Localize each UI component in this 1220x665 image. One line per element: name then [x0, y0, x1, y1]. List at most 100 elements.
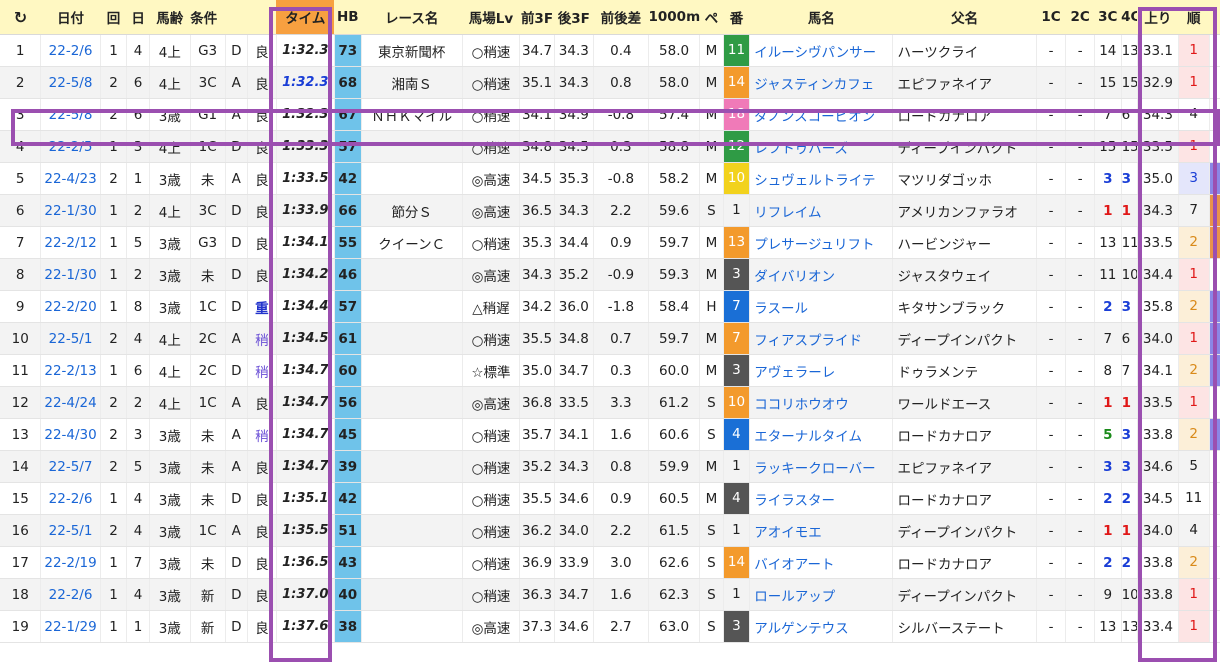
col-header-1c[interactable]: 1C — [1036, 0, 1066, 35]
race-date-link[interactable]: 22-2/6 — [40, 482, 101, 515]
ban-cell: 12 — [723, 130, 751, 163]
horse-name-link[interactable]: アオイモエ — [749, 514, 894, 547]
race-date-link[interactable]: 22-5/1 — [40, 514, 101, 547]
3c-cell: 15 — [1094, 66, 1122, 99]
col-header-date[interactable]: 日付 — [40, 0, 101, 35]
col-header-agari[interactable]: 上り — [1137, 0, 1179, 35]
table-row[interactable]: 9 22-2/20 1 8 3歳 1C D 重 1:34.4 57 △稍遅 34.2 36.0 -1.8 5… — [0, 290, 1220, 323]
col-header-last-3f[interactable]: 後3F — [554, 0, 594, 35]
race-date-link[interactable]: 22-4/23 — [40, 162, 101, 195]
time-cell: 1:32.3 — [276, 98, 335, 131]
race-date-link[interactable]: 22-2/6 — [40, 34, 101, 67]
horse-name-link[interactable]: ラスール — [749, 290, 894, 323]
1000m-cell: 58.0 — [648, 34, 701, 67]
race-date-link[interactable]: 22-5/8 — [40, 98, 101, 131]
rank-badge: 3 — [1178, 163, 1209, 194]
col-header-3c[interactable]: 3C — [1094, 0, 1122, 35]
horse-name-link[interactable]: レフトゥバーズ — [749, 130, 894, 163]
col-header-horse-name[interactable]: 馬名 — [749, 0, 893, 35]
race-date-link[interactable]: 22-2/13 — [40, 354, 101, 387]
table-row[interactable]: 11 22-2/13 1 6 4上 2C D 稍 1:34.7 60 ☆標準 35.0 34.7 0.3 6… — [0, 354, 1220, 387]
row-number: 4 — [0, 130, 42, 163]
last-3f-cell: 34.7 — [554, 578, 594, 611]
race-date-link[interactable]: 22-2/12 — [40, 226, 101, 259]
table-row[interactable]: 16 22-5/1 2 4 3歳 1C A 良 1:35.5 51 ○稍速 36.2 34.0 2.2 61… — [0, 514, 1220, 547]
table-row[interactable]: 19 22-1/29 1 1 3歳新 D 良 1:37.6 38 ◎高速 37.3 34.6 2.7 63… — [0, 610, 1220, 643]
3c-cell: 2 — [1094, 546, 1122, 579]
race-date-link[interactable]: 22-1/29 — [40, 610, 101, 643]
horse-name-link[interactable]: ライラスター — [749, 482, 894, 515]
row-edge-marker — [1209, 354, 1220, 387]
table-row[interactable]: 10 22-5/1 2 4 4上 2C A 稍 1:34.5 61 ○稍速 35.5 34.8 0.7 59… — [0, 322, 1220, 355]
col-header-2c[interactable]: 2C — [1065, 0, 1095, 35]
race-date-link[interactable]: 22-5/7 — [40, 450, 101, 483]
col-header-nichi[interactable]: 日 — [126, 0, 150, 35]
col-header-time[interactable]: タイム — [276, 0, 335, 35]
horse-name-link[interactable]: ココリホウオウ — [749, 386, 894, 419]
col-header-kai[interactable]: 回 — [100, 0, 127, 35]
col-header-hb[interactable]: HB — [334, 0, 362, 35]
horse-name-link[interactable]: イルーシヴパンサー — [749, 34, 894, 67]
race-date-link[interactable]: 22-2/19 — [40, 546, 101, 579]
col-header-first-3f[interactable]: 前3F — [519, 0, 555, 35]
race-date-link[interactable]: 22-2/20 — [40, 290, 101, 323]
3c-cell: 14 — [1094, 34, 1122, 67]
table-row[interactable]: 7 22-2/12 1 5 3歳 G3 D 良 1:34.1 55 クイーンＣ ○稍速 35.3 34.4… — [0, 226, 1220, 259]
4c-cell: 3 — [1121, 290, 1138, 323]
col-header-condition[interactable]: 条件 — [190, 0, 226, 35]
table-row[interactable]: 13 22-4/30 2 3 3歳未 A 稍 1:34.7 45 ○稍速 35.7 34.1 1.6 60… — [0, 418, 1220, 451]
4c-cell: 2 — [1121, 482, 1138, 515]
horse-name-link[interactable]: ダイバリオン — [749, 258, 894, 291]
1c-cell: - — [1036, 546, 1067, 579]
col-header-track-level[interactable]: 馬場Lv — [462, 0, 520, 35]
table-row[interactable]: 15 22-2/6 1 4 3歳未 D 良 1:35.1 42 ○稍速 35.5 34.6 0.9 60.… — [0, 482, 1220, 515]
horse-name-link[interactable]: エターナルタイム — [749, 418, 894, 451]
col-header-age[interactable]: 馬齢 — [149, 0, 191, 35]
race-date-link[interactable]: 22-1/30 — [40, 194, 101, 227]
col-header-pace[interactable]: ペ — [699, 0, 724, 35]
horse-name-link[interactable]: プレサージュリフト — [749, 226, 894, 259]
ban-cell: 7 — [723, 290, 751, 323]
horse-name-link[interactable]: バイオアート — [749, 546, 894, 579]
horse-name-link[interactable]: アヴェラーレ — [749, 354, 894, 387]
table-row[interactable]: 5 22-4/23 2 1 3歳未 A 良 1:33.5 42 ◎高速 34.5 35.3 -0.8 58… — [0, 162, 1220, 195]
horse-name-link[interactable]: アルゲンテウス — [749, 610, 894, 643]
race-date-link[interactable]: 22-2/6 — [40, 578, 101, 611]
col-header-rank[interactable]: 順 — [1178, 0, 1210, 35]
course-cell: D — [225, 130, 249, 163]
refresh-icon[interactable]: ↻ — [0, 0, 41, 35]
col-header-1000m[interactable]: 1000m — [648, 0, 700, 35]
table-row[interactable]: 2 22-5/8 2 6 4上 3C A 良 1:32.3 68 湘南Ｓ ○稍速 35.1 34.3 0.8… — [0, 66, 1220, 99]
table-row[interactable]: 6 22-1/30 1 2 4上 3C D 良 1:33.9 66 節分Ｓ ◎高速 36.5 34.3 2.… — [0, 194, 1220, 227]
col-header-diff[interactable]: 前後差 — [593, 0, 649, 35]
race-date-link[interactable]: 22-4/24 — [40, 386, 101, 419]
table-row[interactable]: 14 22-5/7 2 5 3歳未 A 良 1:34.7 39 ○稍速 35.2 34.3 0.8 59.… — [0, 450, 1220, 483]
col-header-sire[interactable]: 父名 — [892, 0, 1037, 35]
kai-cell: 1 — [100, 194, 128, 227]
horse-name-link[interactable]: ラッキークローバー — [749, 450, 894, 483]
table-row[interactable]: 8 22-1/30 1 2 3歳未 D 良 1:34.2 46 ◎高速 34.3 35.2 -0.9 59… — [0, 258, 1220, 291]
race-date-link[interactable]: 22-5/8 — [40, 66, 101, 99]
nichi-cell: 4 — [126, 514, 150, 547]
horse-name-link[interactable]: ロールアップ — [749, 578, 894, 611]
col-header-ban[interactable]: 番 — [723, 0, 750, 35]
race-date-link[interactable]: 22-2/5 — [40, 130, 101, 163]
table-row[interactable]: 18 22-2/6 1 4 3歳新 D 良 1:37.0 40 ○稍速 36.3 34.7 1.6 62.… — [0, 578, 1220, 611]
horse-name-link[interactable]: リフレイム — [749, 194, 894, 227]
horse-name-link[interactable]: ダノンスコーピオン — [749, 98, 894, 131]
col-header-4c[interactable]: 4C — [1121, 0, 1138, 35]
horse-name-link[interactable]: ジャスティンカフェ — [749, 66, 894, 99]
race-date-link[interactable]: 22-1/30 — [40, 258, 101, 291]
horse-name-link[interactable]: シュヴェルトライテ — [749, 162, 894, 195]
col-header-race-name[interactable]: レース名 — [361, 0, 463, 35]
table-row[interactable]: 12 22-4/24 2 2 4上 1C A 良 1:34.7 56 ◎高速 36.8 33.5 3.3 6… — [0, 386, 1220, 419]
table-row[interactable]: 17 22-2/19 1 7 3歳未 D 良 1:36.5 43 ○稍速 36.9 33.9 3.0 62… — [0, 546, 1220, 579]
table-row[interactable]: 3 22-5/8 2 6 3歳 G1 A 良 1:32.3 67 ＮＨＫマイル ○稍速 34.1 34.9… — [0, 98, 1220, 131]
horse-name-link[interactable]: フィアスプライド — [749, 322, 894, 355]
row-edge-marker — [1209, 322, 1220, 355]
table-row[interactable]: 1 22-2/6 1 4 4上 G3 D 良 1:32.3 73 東京新聞杯 ○稍速 34.7 34.3 0… — [0, 34, 1220, 67]
race-date-link[interactable]: 22-5/1 — [40, 322, 101, 355]
table-row[interactable]: 4 22-2/5 1 3 4上 1C D 良 1:33.3 57 ○稍速 34.8 34.5 0.3 58.… — [0, 130, 1220, 163]
race-date-link[interactable]: 22-4/30 — [40, 418, 101, 451]
last-3f-cell: 35.3 — [554, 162, 594, 195]
